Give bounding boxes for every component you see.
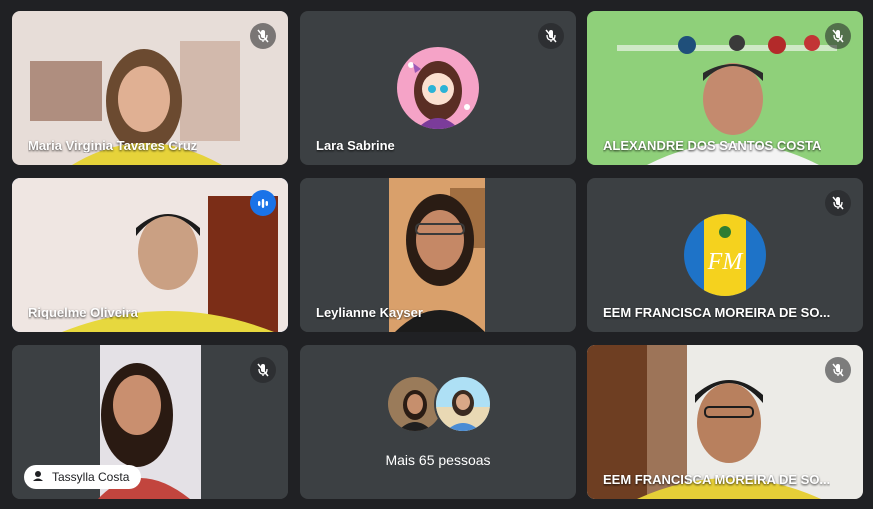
more-participants-avatars [386, 375, 496, 433]
participant-name: Riquelme Oliveira [28, 305, 138, 320]
mic-off-icon [250, 23, 276, 49]
avatar [397, 47, 479, 129]
participant-name: EEM FRANCISCA MOREIRA DE SO... [603, 305, 831, 320]
participant-name: ALEXANDRE DOS SANTOS COSTA [603, 138, 822, 153]
participant-name: Leylianne Kayser [316, 305, 423, 320]
avatar [434, 375, 492, 433]
mic-off-icon [825, 357, 851, 383]
participant-name-pill: Tassylla Costa [24, 465, 142, 489]
mic-off-icon [538, 23, 564, 49]
school-logo-monogram: FM [707, 249, 745, 275]
participant-tile[interactable]: Leylianne Kayser [300, 178, 576, 332]
participant-tile[interactable]: Riquelme Oliveira [12, 178, 288, 332]
participant-name: EEM FRANCISCA MOREIRA DE SO... [603, 472, 831, 487]
more-participants-label: Mais 65 pessoas [385, 452, 491, 468]
person-icon [30, 467, 46, 487]
participant-tile[interactable]: Maria Virginia Tavares Cruz [12, 11, 288, 165]
participant-tile[interactable]: ALEXANDRE DOS SANTOS COSTA [587, 11, 863, 165]
participant-name: Maria Virginia Tavares Cruz [28, 138, 198, 153]
mic-off-icon [250, 357, 276, 383]
participant-tile[interactable]: Tassylla Costa [12, 345, 288, 499]
participant-name: Tassylla Costa [52, 470, 130, 484]
more-participants-tile[interactable]: Mais 65 pessoas [300, 345, 576, 499]
avatar: FM [684, 214, 766, 296]
participant-tile[interactable]: EEM FRANCISCA MOREIRA DE SO... [587, 345, 863, 499]
participant-tile[interactable]: FM EEM FRANCISCA MOREIRA DE SO... [587, 178, 863, 332]
audio-level-icon [250, 190, 276, 216]
participant-name: Lara Sabrine [316, 138, 395, 153]
mic-off-icon [825, 23, 851, 49]
mic-off-icon [825, 190, 851, 216]
participant-tile[interactable]: Lara Sabrine [300, 11, 576, 165]
